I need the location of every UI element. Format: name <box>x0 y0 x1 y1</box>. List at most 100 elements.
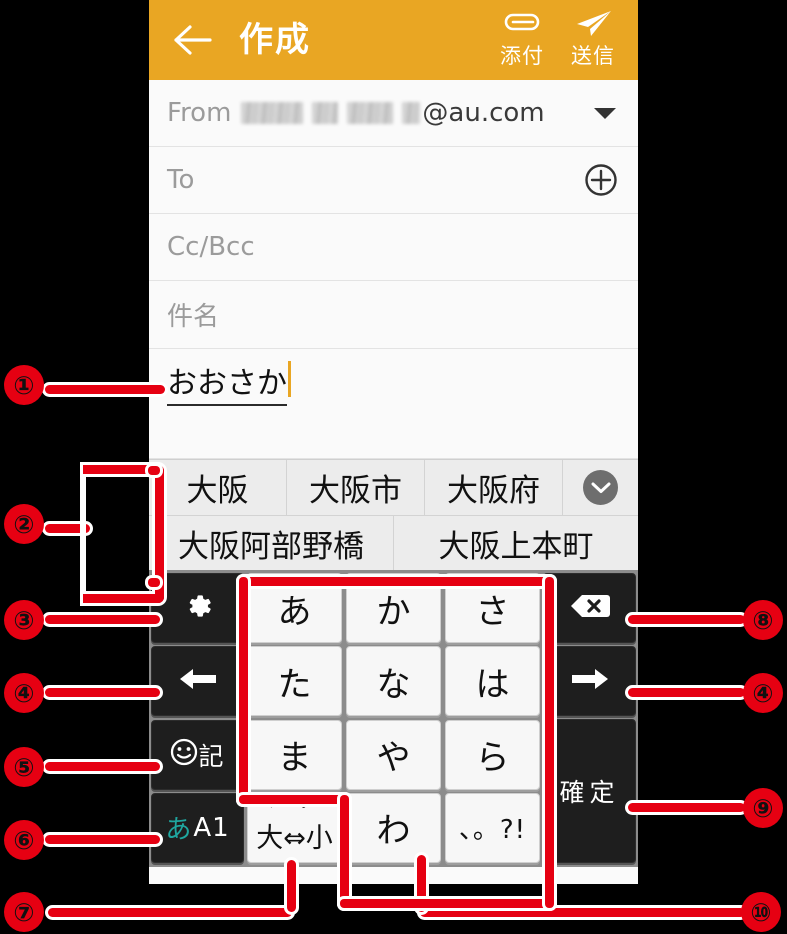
keypad-row: ま や ら <box>247 719 540 790</box>
back-arrow-icon[interactable] <box>171 18 215 62</box>
candidate-item[interactable]: 大阪 <box>149 460 287 515</box>
message-body-area[interactable]: おおさか <box>149 349 638 459</box>
callout-3: ③ <box>4 600 44 640</box>
masked-email-part <box>312 102 339 124</box>
kana-key-ra[interactable]: ら <box>445 719 540 790</box>
arrow-left-icon <box>177 665 219 697</box>
masked-email-part <box>241 102 304 124</box>
dakuten-size-key[interactable]: ゛゜ 大⇔小 <box>247 792 342 863</box>
from-label: From <box>167 98 232 128</box>
callout-4-left: ④ <box>4 673 44 713</box>
candidate-item[interactable]: 大阪阿部野橋 <box>149 516 394 570</box>
candidate-row-1: 大阪 大阪市 大阪府 <box>149 460 638 516</box>
punctuation-key[interactable]: 、。?! <box>445 792 540 863</box>
arrow-right-icon <box>569 665 611 697</box>
composing-text: おおさか <box>167 364 287 406</box>
subject-row[interactable]: 件名 <box>149 281 638 349</box>
plus-circle-icon[interactable] <box>584 163 618 197</box>
input-mode-key[interactable]: あ A1 <box>151 792 244 863</box>
callout-5-leader <box>45 762 160 771</box>
page-title: 作成 <box>239 20 311 60</box>
text-caret <box>288 361 291 397</box>
callout-2-bracket <box>83 465 164 603</box>
candidate-item[interactable]: 大阪上本町 <box>394 516 638 570</box>
callout-4-left-leader <box>45 688 160 697</box>
backspace-icon <box>568 591 612 625</box>
to-row[interactable]: To <box>149 147 638 214</box>
callout-7: ⑦ <box>4 892 44 932</box>
callout-2: ② <box>4 504 44 544</box>
candidate-expand-button[interactable] <box>563 460 638 515</box>
app-header: 作成 添付 送信 <box>149 0 638 80</box>
keyboard-left-column: 記 あ A1 <box>151 573 244 863</box>
keypad-row: た な は <box>247 646 540 717</box>
chevron-down-circle-icon <box>583 470 618 505</box>
ccbcc-placeholder: Cc/Bcc <box>167 232 255 262</box>
callout-10: ⑩ <box>741 892 781 932</box>
keypad-row: あ か さ <box>247 573 540 643</box>
paper-plane-icon <box>561 8 625 42</box>
to-placeholder: To <box>167 165 195 195</box>
attach-button[interactable]: 添付 <box>490 8 554 70</box>
callout-3-leader <box>45 615 160 624</box>
dakuten-marks-label: ゛゜ <box>268 801 333 824</box>
callout-5: ⑤ <box>4 747 44 787</box>
case-toggle-label: 大⇔小 <box>256 822 333 854</box>
software-keyboard: 記 あ A1 あ か さ た な は ま や ら ゛゜ 大⇔小 わ 、。?! 確… <box>149 570 638 867</box>
callout-7-leader <box>48 908 292 917</box>
kana-key-ta[interactable]: た <box>247 646 342 717</box>
from-domain: @au.com <box>422 98 545 128</box>
conversion-candidate-bar: 大阪 大阪市 大阪府 大阪阿部野橋 大阪上本町 <box>149 459 638 570</box>
keyboard-right-column: 確定 <box>543 573 636 863</box>
gear-icon <box>182 590 214 626</box>
candidate-item[interactable]: 大阪市 <box>287 460 425 515</box>
candidate-item[interactable]: 大阪府 <box>425 460 563 515</box>
callout-1: ① <box>4 365 44 405</box>
callout-10-leader <box>420 908 745 917</box>
cursor-right-key[interactable] <box>543 646 636 716</box>
kana-key-a[interactable]: あ <box>247 573 342 643</box>
subject-placeholder: 件名 <box>167 302 220 332</box>
kana-key-ma[interactable]: ま <box>247 719 342 790</box>
emoji-symbol-key[interactable]: 記 <box>151 719 244 790</box>
ccbcc-row[interactable]: Cc/Bcc <box>149 214 638 281</box>
cursor-left-key[interactable] <box>151 646 244 717</box>
masked-email-part <box>402 102 421 124</box>
paperclip-icon <box>490 8 554 42</box>
send-label: 送信 <box>571 44 615 68</box>
kana-key-ha[interactable]: は <box>445 646 540 717</box>
backspace-key[interactable] <box>543 573 636 643</box>
callout-6: ⑥ <box>4 820 44 860</box>
from-value: @au.com <box>241 98 545 128</box>
candidate-row-2: 大阪阿部野橋 大阪上本町 <box>149 516 638 570</box>
kana-key-wa[interactable]: わ <box>346 792 441 863</box>
input-mode-ja-label: あ <box>165 815 192 846</box>
callout-8-leader <box>628 615 745 624</box>
keypad-row: ゛゜ 大⇔小 わ 、。?! <box>247 792 540 863</box>
settings-key[interactable] <box>151 573 244 643</box>
attach-label: 添付 <box>500 44 544 68</box>
from-dropdown-icon[interactable] <box>592 105 618 121</box>
kana-key-ya[interactable]: や <box>346 719 441 790</box>
kana-key-na[interactable]: な <box>346 646 441 717</box>
keyboard-center-keypad: あ か さ た な は ま や ら ゛゜ 大⇔小 わ 、。?! <box>247 573 540 863</box>
callout-6-leader <box>45 835 160 844</box>
from-row[interactable]: From @au.com <box>149 80 638 147</box>
masked-email-part <box>347 102 394 124</box>
callout-8: ⑧ <box>743 600 783 640</box>
kana-key-sa[interactable]: さ <box>445 573 540 643</box>
confirm-key[interactable]: 確定 <box>543 719 636 863</box>
input-mode-en-label: A1 <box>193 812 230 843</box>
callout-1-leader <box>45 385 165 394</box>
callout-4-right-leader <box>628 688 745 697</box>
callout-10-leader-vertical <box>417 855 426 912</box>
phone-screen: 作成 添付 送信 From @au.com To Cc/Bcc 件名 おおさか … <box>149 0 638 884</box>
callout-9-leader <box>628 803 745 812</box>
callout-7-leader-vertical <box>287 860 296 912</box>
callout-9: ⑨ <box>743 788 783 828</box>
kana-key-ka[interactable]: か <box>346 573 441 643</box>
send-button[interactable]: 送信 <box>561 8 625 70</box>
callout-4-right: ④ <box>743 673 783 713</box>
smiley-icon <box>170 738 198 772</box>
emoji-symbol-key-label: 記 <box>198 741 225 771</box>
